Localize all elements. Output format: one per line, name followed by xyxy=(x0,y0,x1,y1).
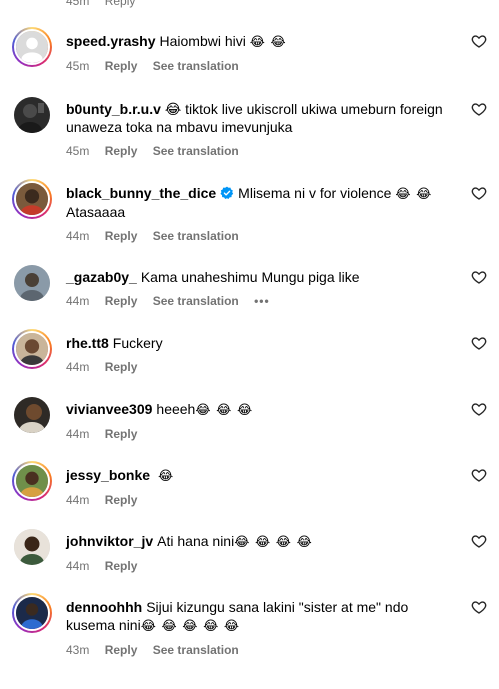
comment-time: 44m xyxy=(66,229,90,243)
reply-button[interactable]: Reply xyxy=(105,360,138,374)
reply-button[interactable]: Reply xyxy=(105,294,138,308)
heart-icon[interactable] xyxy=(471,401,487,417)
profile-photo-avatar-icon xyxy=(14,397,50,433)
comment-time: 44m xyxy=(66,427,90,441)
comment-body: heeeh xyxy=(156,401,196,417)
comment-text: rhe.tt8 Fuckery xyxy=(66,334,461,352)
comment-text: b0unty_b.r.u.v 😂 tiktok live ukiscroll uk… xyxy=(66,100,461,136)
comment-username[interactable]: rhe.tt8 xyxy=(66,335,109,351)
comment-meta: 44m Reply See translation ••• xyxy=(66,294,461,308)
comment-username[interactable]: jessy_bonke xyxy=(66,467,150,483)
more-options-icon[interactable]: ••• xyxy=(254,294,270,308)
comment-emoji: 😂 😂 😂 😂 xyxy=(234,534,313,549)
comment-username[interactable]: speed.yrashy xyxy=(66,33,156,49)
comment-meta: 43m Reply See translation xyxy=(66,643,461,657)
comment-body: Mlisema ni v for violence xyxy=(238,185,392,201)
dark-portrait-avatar-icon xyxy=(14,97,50,133)
comment-emoji: 😂 😂 😂 😂 😂 xyxy=(140,618,241,633)
comment-meta: 44m Reply xyxy=(66,559,461,573)
reply-button[interactable]: Reply xyxy=(105,643,138,657)
comment-text: _gazab0y_ Kama unaheshimu Mungu piga like xyxy=(66,268,461,286)
see-translation-button[interactable]: See translation xyxy=(153,643,239,657)
avatar[interactable] xyxy=(14,265,50,301)
comment-username[interactable]: dennoohhh xyxy=(66,599,142,615)
comment-time: 45m xyxy=(66,59,90,73)
comment-text: jessy_bonke 😂 xyxy=(66,466,461,485)
see-translation-button[interactable]: See translation xyxy=(153,144,239,158)
comment-body-line2: Atasaaaa xyxy=(66,204,126,220)
comment-text: black_bunny_the_dice Mlisema ni v for vio… xyxy=(66,184,461,221)
see-translation-button[interactable]: See translation xyxy=(153,294,239,308)
heart-icon[interactable] xyxy=(471,335,487,351)
avatar[interactable] xyxy=(14,97,50,133)
comment-time: 43m xyxy=(66,643,90,657)
comment-username[interactable]: b0unty_b.r.u.v xyxy=(66,101,161,117)
default-avatar-icon xyxy=(16,31,48,63)
heart-icon[interactable] xyxy=(471,467,487,483)
see-translation-button[interactable]: See translation xyxy=(153,59,239,73)
profile-photo-avatar-icon xyxy=(16,183,48,215)
comment-meta: 44m Reply xyxy=(66,360,461,374)
comment-body: Fuckery xyxy=(112,335,163,351)
heart-icon[interactable] xyxy=(471,33,487,49)
reply-button[interactable]: Reply xyxy=(105,0,136,8)
profile-photo-avatar-icon xyxy=(16,597,48,629)
comment-username[interactable]: vivianvee309 xyxy=(66,401,152,417)
comment-body: Haiombwi hivi xyxy=(159,33,246,49)
comment-emoji: 😂 😂 😂 xyxy=(195,402,254,417)
comment-meta: 44m Reply xyxy=(66,427,461,441)
comment-emoji: 😂 😂 xyxy=(249,34,287,49)
heart-icon[interactable] xyxy=(471,533,487,549)
comment-time: 44m xyxy=(66,294,90,308)
comments-list: 45m Reply speed.yrashy Haiombwi hivi 😂 😂 … xyxy=(0,0,499,689)
comment-username[interactable]: black_bunny_the_dice xyxy=(66,185,216,201)
heart-icon[interactable] xyxy=(471,185,487,201)
comment-text: speed.yrashy Haiombwi hivi 😂 😂 xyxy=(66,32,461,51)
profile-photo-avatar-icon xyxy=(16,333,48,365)
reply-button[interactable]: Reply xyxy=(105,59,138,73)
comment-body: Ati hana nini xyxy=(157,533,235,549)
comment-time: 45m xyxy=(66,144,90,158)
heart-icon[interactable] xyxy=(471,101,487,117)
reply-button[interactable]: Reply xyxy=(105,559,138,573)
avatar[interactable] xyxy=(12,593,52,633)
avatar[interactable] xyxy=(12,27,52,67)
comment-meta: 45m Reply See translation xyxy=(66,59,461,73)
comment-text: vivianvee309 heeeh😂 😂 😂 xyxy=(66,400,461,419)
avatar[interactable] xyxy=(12,461,52,501)
reply-button[interactable]: Reply xyxy=(105,427,138,441)
heart-icon[interactable] xyxy=(471,599,487,615)
profile-photo-avatar-icon xyxy=(14,265,50,301)
reply-button[interactable]: Reply xyxy=(105,493,138,507)
comment-time: 44m xyxy=(66,493,90,507)
heart-icon[interactable] xyxy=(471,269,487,285)
see-translation-button[interactable]: See translation xyxy=(153,229,239,243)
avatar[interactable] xyxy=(12,179,52,219)
profile-photo-avatar-icon xyxy=(16,465,48,497)
comment-username[interactable]: johnviktor_jv xyxy=(66,533,153,549)
avatar[interactable] xyxy=(14,397,50,433)
previous-comment-meta: 45m Reply xyxy=(66,0,147,8)
comment-text: dennoohhh Sijui kizungu sana lakini "sist… xyxy=(66,598,461,635)
reply-button[interactable]: Reply xyxy=(105,144,138,158)
verified-badge-icon xyxy=(220,186,234,199)
comment-time: 44m xyxy=(66,559,90,573)
comment-emoji: 😂 😂 xyxy=(395,186,433,201)
comment-meta: 44m Reply xyxy=(66,493,461,507)
comment-meta: 44m Reply See translation xyxy=(66,229,461,243)
comment-meta: 45m Reply See translation xyxy=(66,144,461,158)
comment-time: 45m xyxy=(66,0,90,8)
avatar[interactable] xyxy=(12,329,52,369)
comment-text: johnviktor_jv Ati hana nini😂 😂 😂 😂 xyxy=(66,532,461,551)
profile-photo-avatar-icon xyxy=(14,529,50,565)
comment-body: Kama unaheshimu Mungu piga like xyxy=(140,269,360,285)
comment-username[interactable]: _gazab0y_ xyxy=(66,269,137,285)
avatar[interactable] xyxy=(14,529,50,565)
comment-time: 44m xyxy=(66,360,90,374)
reply-button[interactable]: Reply xyxy=(105,229,138,243)
comment-emoji: 😂 xyxy=(157,468,175,483)
